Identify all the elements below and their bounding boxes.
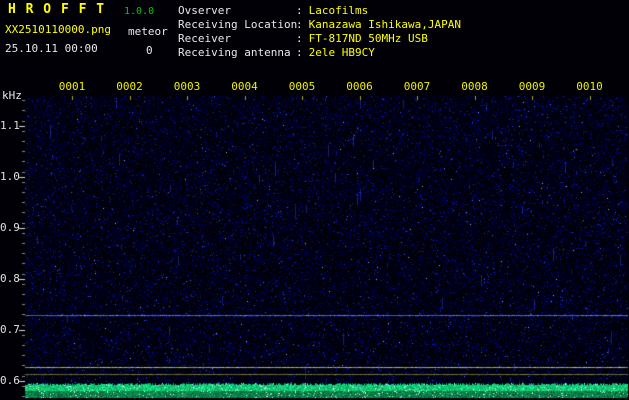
app-version: 1.0.0 bbox=[124, 6, 155, 17]
station-info-row: Ovserver: Lacofilms bbox=[178, 4, 461, 18]
time-axis-label: 0002 bbox=[116, 80, 143, 93]
freq-axis-label: 0.7 bbox=[0, 323, 20, 336]
station-info-row: Receiving Location: Kanazawa Ishikawa,JAP… bbox=[178, 18, 461, 32]
station-info-label: Receiver bbox=[178, 32, 231, 45]
freq-axis-label: 0.9 bbox=[0, 221, 20, 234]
time-axis-label: 0006 bbox=[346, 80, 373, 93]
spectrogram-canvas bbox=[0, 0, 629, 400]
freq-axis-label: 1.1 bbox=[0, 119, 20, 132]
time-axis-label: 0005 bbox=[288, 80, 316, 93]
time-axis-label: 0001 bbox=[58, 80, 86, 93]
freq-axis-label: 0.8 bbox=[0, 272, 20, 285]
time-axis-label: 0009 bbox=[518, 80, 546, 93]
time-axis-label: 0003 bbox=[173, 80, 201, 93]
station-info-separator: : bbox=[296, 18, 303, 31]
freq-axis: 1.1 1.0 0.9 0.8 0.7 0.6 bbox=[0, 0, 25, 400]
station-info-label: Ovserver bbox=[178, 4, 231, 17]
time-axis: 0001 0002 0003 0004 0005 0006 0007 0008 0009 0010 bbox=[0, 81, 629, 93]
hrofft-window: H R O F F T 1.0.0 XX2510110000.png meteo… bbox=[0, 0, 629, 400]
station-info-value: Kanazawa Ishikawa,JAPAN bbox=[308, 18, 461, 31]
time-axis-label: 0004 bbox=[231, 80, 258, 93]
time-axis-label: 0007 bbox=[403, 80, 431, 93]
station-info-separator: : bbox=[296, 4, 303, 17]
station-info-value: Lacofilms bbox=[308, 4, 369, 17]
mode-label: meteor bbox=[128, 25, 168, 38]
time-axis-label: 0010 bbox=[576, 80, 603, 93]
station-info-label: Receiving Location bbox=[178, 18, 298, 31]
time-axis-label: 0008 bbox=[461, 80, 488, 93]
station-info-label: Receiving antenna bbox=[178, 46, 291, 59]
station-info-row: Receiving antenna:2ele HB9CY bbox=[178, 46, 461, 60]
freq-axis-label: 0.6 bbox=[0, 374, 20, 387]
station-info-row: Receiver: FT-817ND 50MHz USB bbox=[178, 32, 461, 46]
freq-axis-label: 1.0 bbox=[0, 170, 20, 183]
station-info-separator: : bbox=[296, 46, 303, 59]
station-info-value: FT-817ND 50MHz USB bbox=[308, 32, 428, 45]
station-info-separator: : bbox=[296, 32, 303, 45]
meteor-count: 0 bbox=[146, 44, 153, 57]
station-info: Ovserver: Lacofilms Receiving Location: Kan… bbox=[178, 4, 461, 60]
station-info-value: 2ele HB9CY bbox=[308, 46, 375, 59]
